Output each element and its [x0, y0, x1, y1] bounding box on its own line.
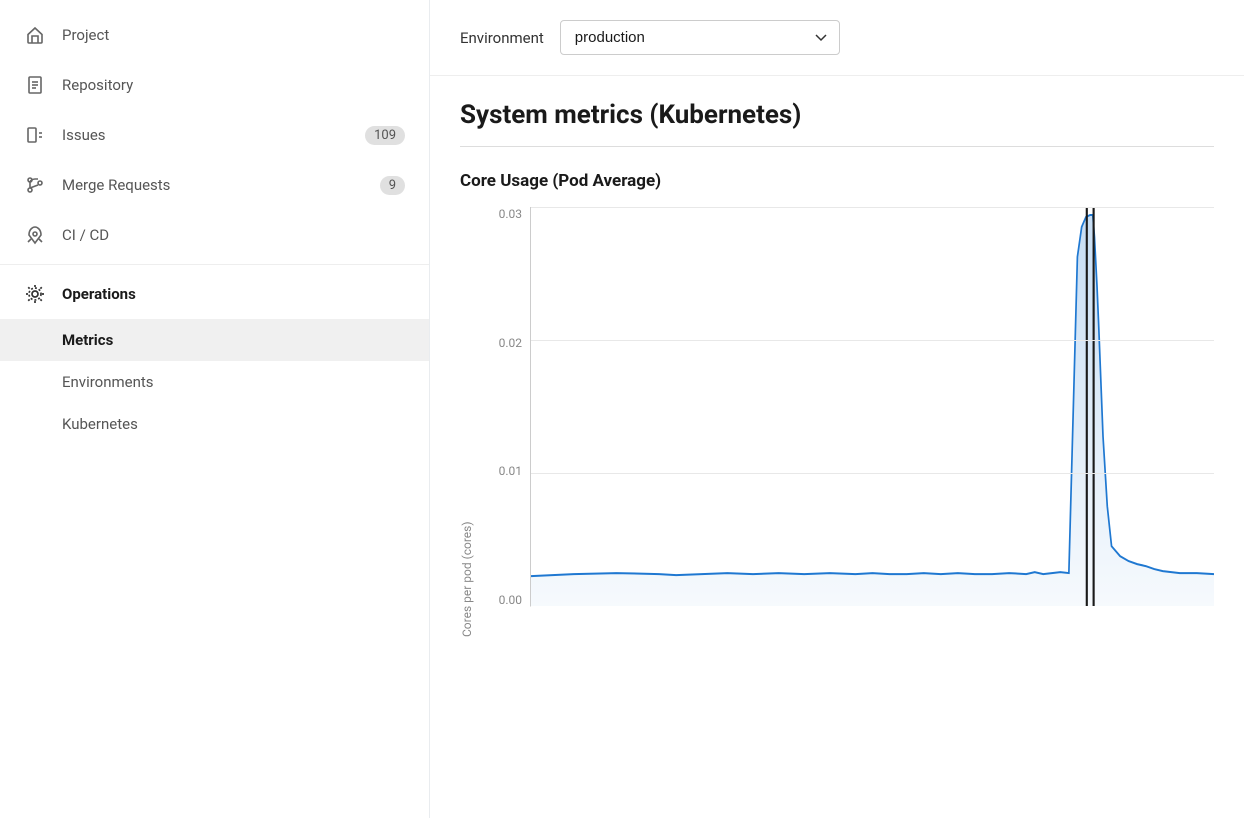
metrics-section: System metrics (Kubernetes) Core Usage (… — [430, 76, 1244, 637]
home-icon — [24, 24, 46, 46]
y-tick-0.01: 0.01 — [499, 464, 522, 478]
file-icon — [24, 74, 46, 96]
grid-line-0.00 — [531, 606, 1214, 607]
sidebar-subitem-metrics[interactable]: Metrics — [0, 319, 429, 361]
chart-container: Cores per pod (cores) 0.03 0.02 0.01 0.0… — [460, 207, 1214, 637]
grid-line-0.01 — [531, 473, 1214, 474]
environment-select[interactable]: production staging development — [560, 20, 840, 55]
sidebar-item-project-label: Project — [62, 26, 109, 44]
sidebar: Project Repository Issues 109 — [0, 0, 430, 818]
sidebar-item-issues-label: Issues — [62, 126, 106, 144]
sidebar-item-ci-cd-label: CI / CD — [62, 226, 109, 244]
sidebar-item-repository[interactable]: Repository — [0, 60, 429, 110]
y-ticks: 0.03 0.02 0.01 0.00 — [480, 207, 530, 607]
chart-svg — [531, 207, 1214, 606]
chart-title: Core Usage (Pod Average) — [460, 171, 1214, 191]
y-tick-0.02: 0.02 — [499, 336, 522, 350]
sidebar-item-issues[interactable]: Issues 109 — [0, 110, 429, 160]
rocket-icon — [24, 224, 46, 246]
main-content: Environment production staging developme… — [430, 0, 1244, 818]
sidebar-subitem-kubernetes-label: Kubernetes — [62, 415, 138, 433]
sidebar-item-merge-requests[interactable]: Merge Requests 9 — [0, 160, 429, 210]
sidebar-subitem-kubernetes[interactable]: Kubernetes — [0, 403, 429, 445]
sidebar-item-operations-label: Operations — [62, 285, 136, 303]
chart-inner: 0.03 0.02 0.01 0.00 — [480, 207, 1214, 637]
merge-requests-badge: 9 — [380, 176, 405, 195]
y-axis-label: Cores per pod (cores) — [460, 207, 474, 637]
sidebar-item-project[interactable]: Project — [0, 10, 429, 60]
sidebar-subitem-metrics-label: Metrics — [62, 331, 113, 349]
sidebar-item-merge-requests-label: Merge Requests — [62, 176, 170, 194]
environment-label: Environment — [460, 29, 544, 47]
y-tick-0.03: 0.03 — [499, 207, 522, 221]
y-tick-0.00: 0.00 — [499, 593, 522, 607]
sidebar-subitem-environments[interactable]: Environments — [0, 361, 429, 403]
sidebar-subitem-environments-label: Environments — [62, 373, 154, 391]
operations-icon — [24, 283, 46, 305]
section-title: System metrics (Kubernetes) — [460, 100, 1214, 147]
sidebar-item-repository-label: Repository — [62, 76, 133, 94]
sidebar-item-ci-cd[interactable]: CI / CD — [0, 210, 429, 260]
environment-bar: Environment production staging developme… — [430, 0, 1244, 76]
merge-icon — [24, 174, 46, 196]
sidebar-item-operations[interactable]: Operations — [0, 269, 429, 319]
grid-line-0.02 — [531, 340, 1214, 341]
issue-icon — [24, 124, 46, 146]
chart-plot — [530, 207, 1214, 607]
grid-line-0.03 — [531, 207, 1214, 208]
sidebar-divider — [0, 264, 429, 265]
chart-line — [531, 215, 1214, 576]
issues-badge: 109 — [365, 126, 405, 145]
